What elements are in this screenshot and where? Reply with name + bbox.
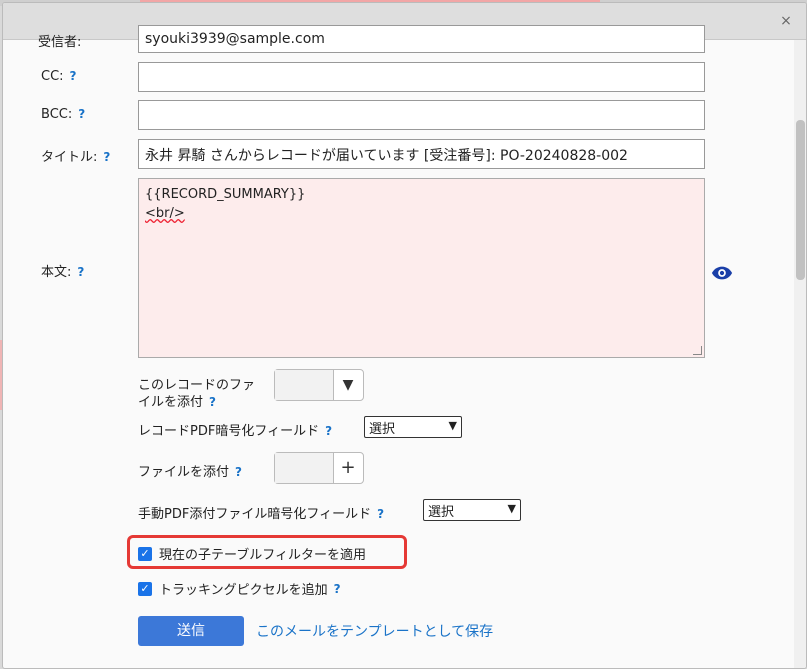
resize-handle-icon[interactable] <box>693 346 702 355</box>
select-caret-icon: ▼ <box>507 502 516 515</box>
close-icon[interactable]: × <box>778 13 794 29</box>
apply-child-filter-option[interactable]: ✓ 現在の子テーブルフィルターを適用 <box>138 544 366 563</box>
manual-pdf-help-icon[interactable]: ? <box>377 507 384 521</box>
scroll-thumb[interactable] <box>796 120 805 280</box>
checkmark-icon[interactable]: ✓ <box>138 546 152 561</box>
bcc-label: BCC:? <box>41 107 86 122</box>
body-line-1: {{RECORD_SUMMARY}} <box>145 187 306 202</box>
cc-field[interactable] <box>138 62 705 92</box>
scrollbar[interactable] <box>794 40 806 668</box>
title-help-icon[interactable]: ? <box>103 150 110 164</box>
pdf-encrypt-help-icon[interactable]: ? <box>325 424 332 438</box>
eye-icon[interactable] <box>711 262 733 284</box>
plus-icon[interactable]: + <box>333 453 363 483</box>
email-dialog: × 受信者: syouki3939@sample.com CC:? BCC:? … <box>2 2 807 669</box>
record-files-picker[interactable]: ▼ <box>274 369 364 401</box>
manual-pdf-label: 手動PDF添付ファイル暗号化フィールド? <box>138 507 385 522</box>
manual-pdf-value: 選択 <box>428 505 455 520</box>
select-caret-icon: ▼ <box>448 419 457 432</box>
send-button[interactable]: 送信 <box>138 616 244 646</box>
manual-pdf-select[interactable]: 選択 ▼ <box>423 499 521 521</box>
title-value: 永井 昇騎 さんからレコードが届いています [受注番号]: PO-2024082… <box>145 148 628 164</box>
pdf-encrypt-label: レコードPDF暗号化フィールド? <box>138 424 333 439</box>
pdf-encrypt-select[interactable]: 選択 ▼ <box>364 416 462 438</box>
body-textarea[interactable]: {{RECORD_SUMMARY}} <br/> <box>138 178 705 358</box>
record-files-field[interactable] <box>275 370 334 400</box>
file-attach-field[interactable] <box>275 453 334 483</box>
apply-child-filter-label: 現在の子テーブルフィルターを適用 <box>159 548 366 563</box>
cc-help-icon[interactable]: ? <box>70 69 77 83</box>
to-field[interactable]: syouki3939@sample.com <box>138 25 705 53</box>
body-help-icon[interactable]: ? <box>77 265 84 279</box>
body-label: 本文:? <box>41 265 85 280</box>
chevron-down-icon[interactable]: ▼ <box>333 370 363 400</box>
tracking-pixel-option[interactable]: ✓ トラッキングピクセルを追加 ? <box>138 579 341 598</box>
file-attach-help-icon[interactable]: ? <box>235 465 242 479</box>
save-template-link[interactable]: このメールをテンプレートとして保存 <box>256 621 493 641</box>
checkmark-icon[interactable]: ✓ <box>138 581 152 596</box>
record-files-help-icon[interactable]: ? <box>209 395 216 409</box>
file-attach-picker[interactable]: + <box>274 452 364 484</box>
tracking-pixel-help-icon[interactable]: ? <box>334 582 341 596</box>
tracking-pixel-label: トラッキングピクセルを追加 <box>159 583 328 598</box>
bcc-help-icon[interactable]: ? <box>78 107 85 121</box>
to-label: 受信者: <box>38 35 82 50</box>
title-field[interactable]: 永井 昇騎 さんからレコードが届いています [受注番号]: PO-2024082… <box>138 139 705 169</box>
title-label: タイトル:? <box>41 150 111 165</box>
pdf-encrypt-value: 選択 <box>369 422 396 437</box>
bcc-field[interactable] <box>138 100 705 130</box>
file-attach-label: ファイルを添付? <box>138 465 242 480</box>
cc-label: CC:? <box>41 69 77 84</box>
to-value: syouki3939@sample.com <box>145 31 325 47</box>
body-line-2: <br/> <box>145 206 185 221</box>
record-files-label: このレコードのファ イルを添付? <box>138 378 256 410</box>
